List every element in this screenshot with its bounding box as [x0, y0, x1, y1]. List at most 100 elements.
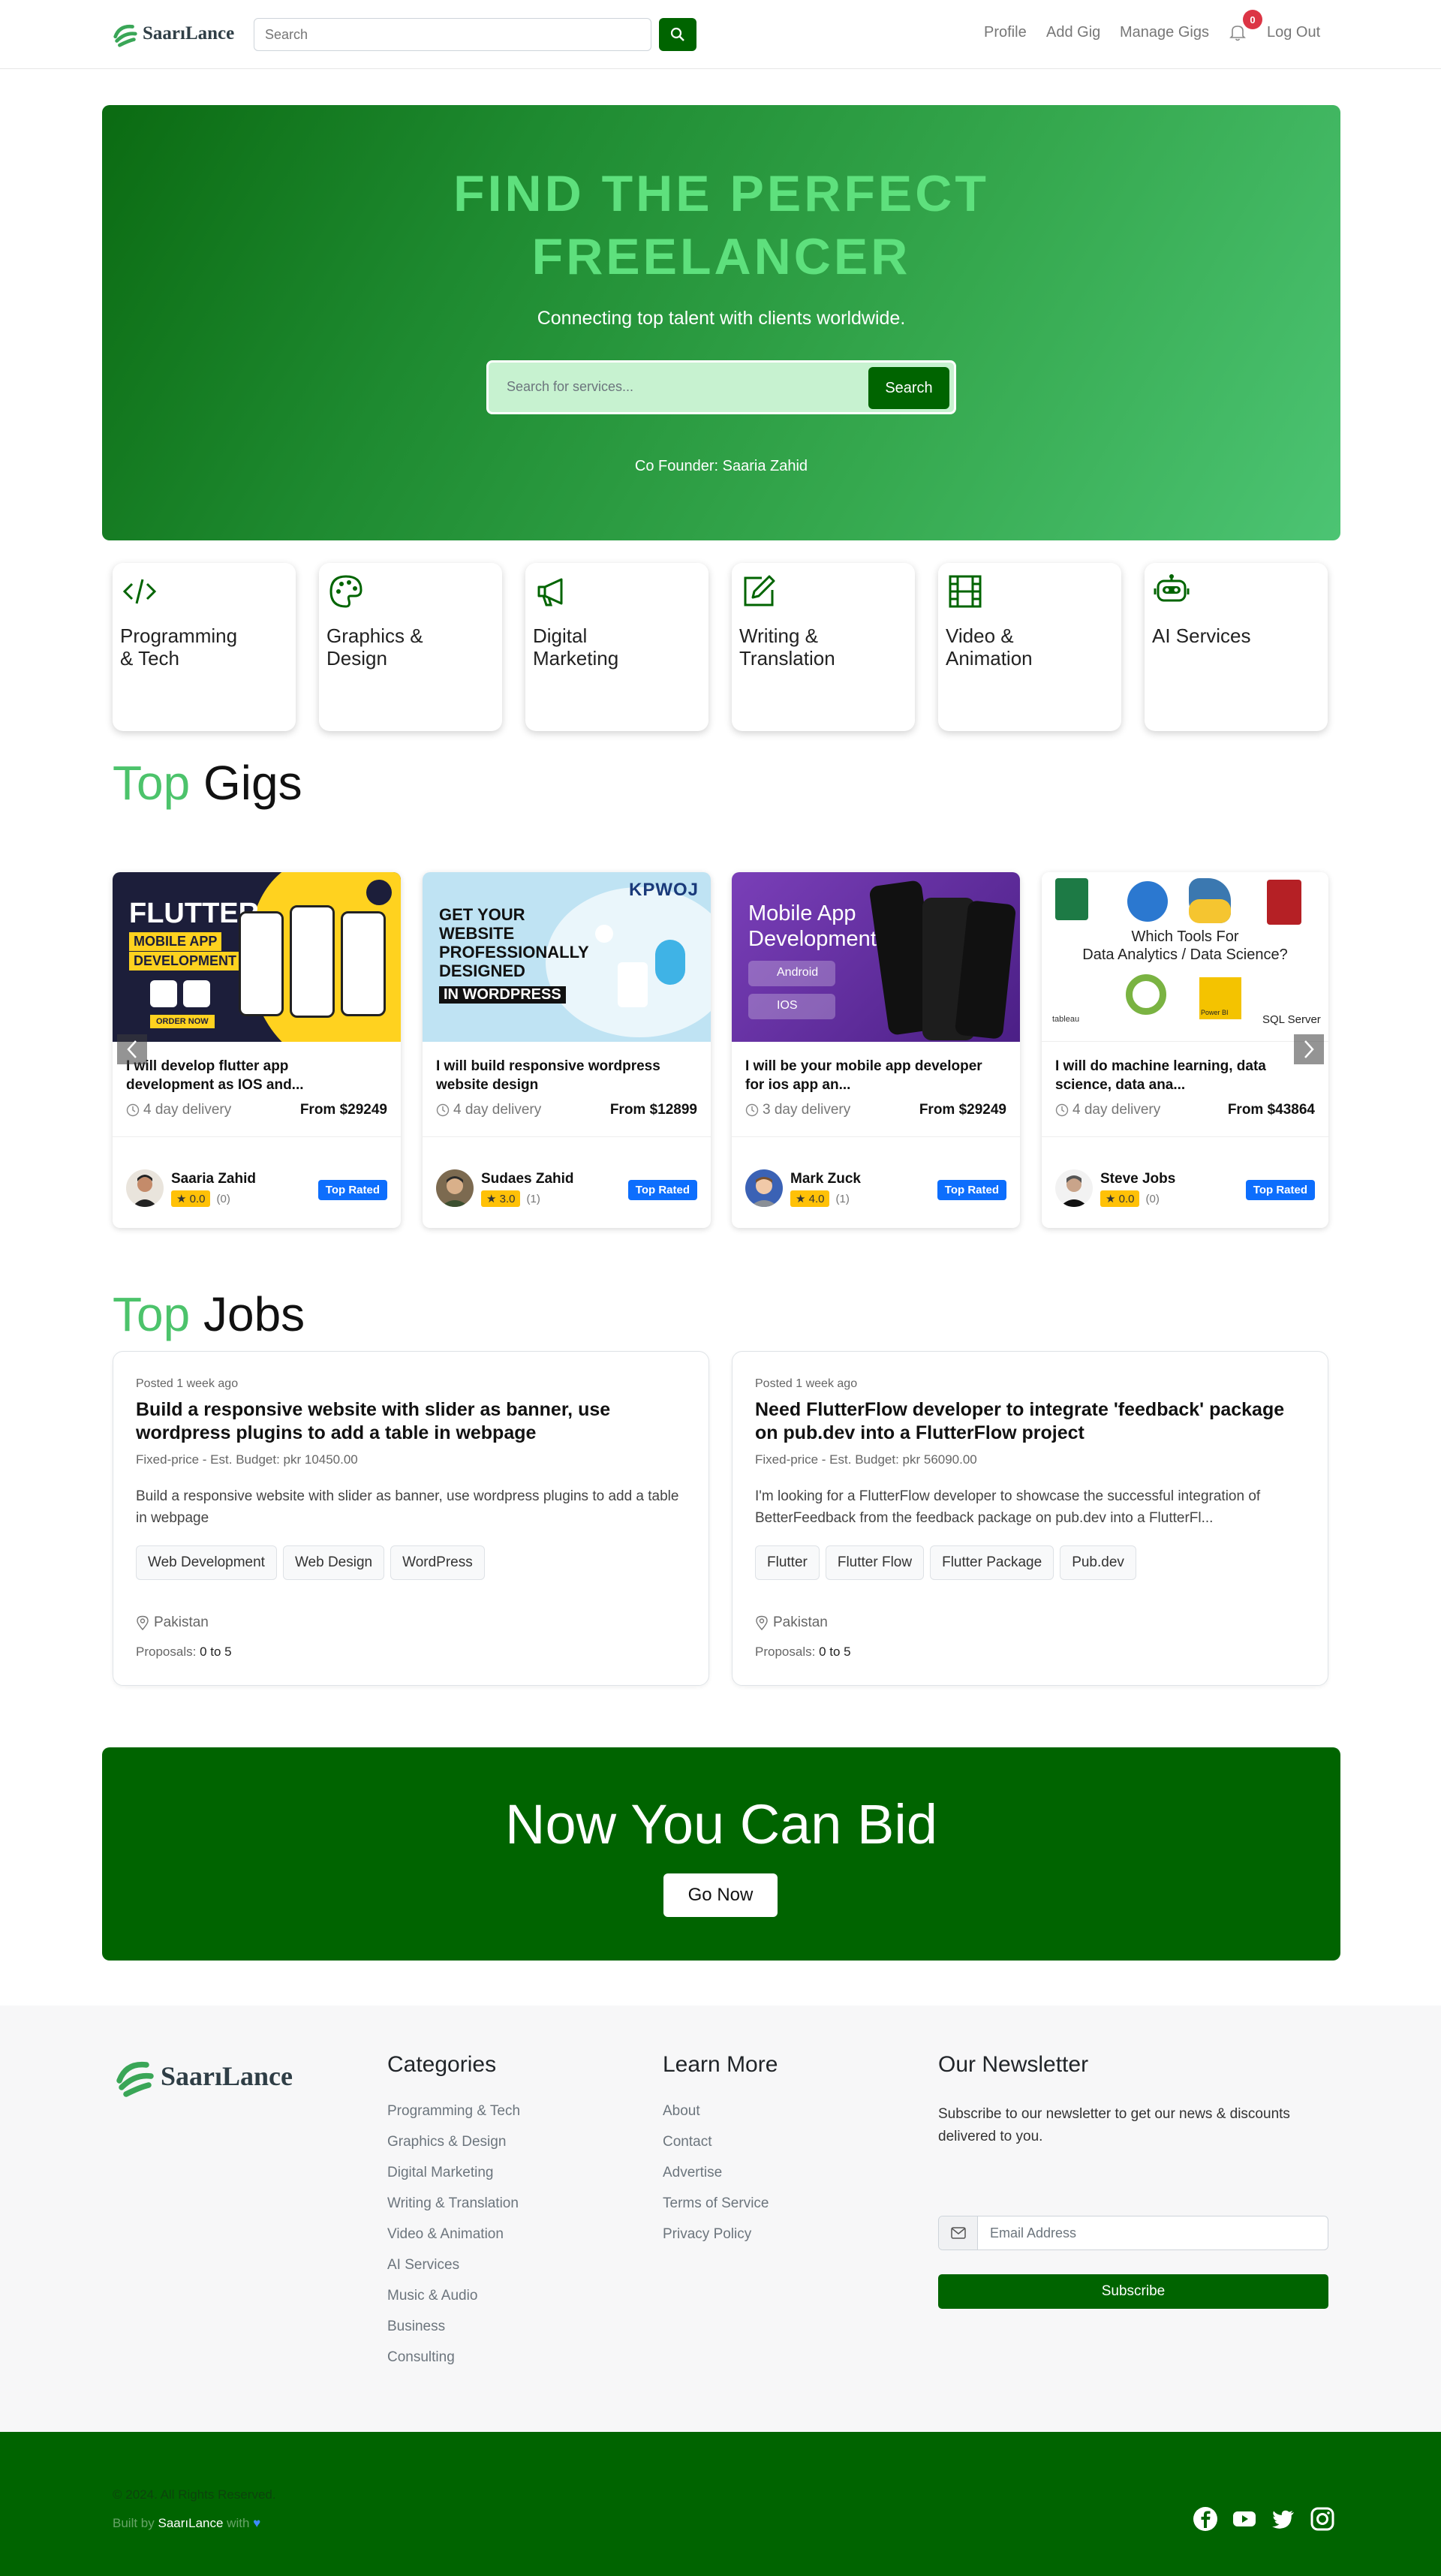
gig-delivery: 4 day delivery — [1055, 1102, 1160, 1118]
job-card[interactable]: Posted 1 week ago Build a responsive web… — [113, 1351, 709, 1686]
built-by-text: Built by SaarıLance with ♥ — [113, 2516, 261, 2530]
category-card-digital-marketing[interactable]: Digital Marketing — [525, 563, 708, 731]
job-tag[interactable]: Flutter Package — [930, 1545, 1054, 1580]
footer-link[interactable]: Business — [387, 2319, 520, 2349]
job-location: Pakistan — [136, 1615, 209, 1631]
footer-link[interactable]: Terms of Service — [663, 2195, 778, 2226]
job-title[interactable]: Need FlutterFlow developer to integrate … — [755, 1398, 1310, 1445]
seller-name[interactable]: Mark Zuck — [790, 1171, 861, 1187]
hero-search-input[interactable]: Search for services... — [507, 379, 633, 395]
job-tag[interactable]: Web Development — [136, 1545, 277, 1580]
heart-icon: ♥ — [253, 2516, 261, 2530]
instagram-icon[interactable] — [1309, 2505, 1336, 2532]
avatar — [436, 1169, 474, 1207]
gig-card[interactable]: Mobile App Development Android IOS I will… — [732, 872, 1020, 1228]
gig-image-wordpress: GET YOUR WEBSITE PROFESSIONALLY DESIGNED IN… — [423, 872, 711, 1042]
logout-link[interactable]: Log Out — [1267, 24, 1320, 41]
gig-title[interactable]: I will build responsive wordpress website… — [436, 1057, 699, 1094]
category-card-graphics[interactable]: Graphics & Design — [319, 563, 502, 731]
job-tag[interactable]: WordPress — [390, 1545, 485, 1580]
footer-link[interactable]: Programming & Tech — [387, 2103, 520, 2134]
gig-image-data-science: Which Tools For Data Analytics / Data Sci… — [1042, 872, 1328, 1042]
cofounder-text: Co Founder: Saaria Zahid — [634, 458, 808, 474]
seller-name[interactable]: Steve Jobs — [1100, 1171, 1175, 1187]
built-by-brand[interactable]: SaarıLance — [158, 2516, 223, 2530]
job-tag[interactable]: Flutter Flow — [825, 1545, 925, 1580]
footer-link[interactable]: Advertise — [663, 2165, 778, 2195]
footer-link[interactable]: Contact — [663, 2134, 778, 2165]
divider — [1042, 1136, 1328, 1137]
logo-icon — [113, 24, 137, 47]
job-title[interactable]: Build a responsive website with slider a… — [136, 1398, 691, 1445]
category-card-programming[interactable]: Programming & Tech — [113, 563, 296, 731]
divider — [423, 1136, 711, 1137]
gig-image-mobile-app: Mobile App Development Android IOS — [732, 872, 1020, 1042]
pencil-square-icon — [744, 575, 775, 606]
job-tag[interactable]: Pub.dev — [1060, 1545, 1136, 1580]
gig-delivery: 4 day delivery — [436, 1102, 541, 1118]
gig-card[interactable]: FLUTTER MOBILE APP DEVELOPMENT ORDER NOW… — [113, 872, 401, 1228]
top-rated-badge: Top Rated — [937, 1180, 1006, 1200]
clock-icon — [436, 1103, 450, 1117]
job-tags: Web Development Web Design WordPress — [136, 1545, 485, 1580]
footer-link[interactable]: Consulting — [387, 2349, 520, 2380]
newsletter-text: Subscribe to our newsletter to get our n… — [938, 2106, 1290, 2144]
hero-banner: Find The Perfect Freelancer Connecting t… — [102, 105, 1340, 540]
footer-brand-name: SaarıLance — [161, 2061, 293, 2091]
category-card-writing[interactable]: Writing & Translation — [732, 563, 915, 731]
job-description: I'm looking for a FlutterFlow developer … — [755, 1488, 1261, 1526]
gig-delivery: 3 day delivery — [745, 1102, 850, 1118]
facebook-icon[interactable] — [1192, 2505, 1219, 2532]
job-proposals: Proposals: 0 to 5 — [136, 1645, 232, 1659]
gig-title[interactable]: I will be your mobile app developer for i… — [745, 1057, 1008, 1094]
carousel-prev-button[interactable] — [117, 1034, 147, 1064]
job-tag[interactable]: Flutter — [755, 1545, 820, 1580]
nav-link-add-gig[interactable]: Add Gig — [1046, 24, 1100, 41]
footer-learn-more: Learn More About Contact Advertise Terms… — [663, 2052, 778, 2257]
chevron-left-icon — [127, 1040, 137, 1058]
footer-link[interactable]: AI Services — [387, 2257, 520, 2288]
gig-card[interactable]: GET YOUR WEBSITE PROFESSIONALLY DESIGNED IN… — [423, 872, 711, 1228]
youtube-icon[interactable] — [1231, 2505, 1258, 2532]
nav-search-button[interactable] — [659, 18, 696, 51]
newsletter-email-field[interactable]: Email Address — [938, 2216, 1328, 2250]
gig-image-flutter: FLUTTER MOBILE APP DEVELOPMENT ORDER NOW — [113, 872, 401, 1042]
brand-logo[interactable]: SaarıLance — [111, 20, 234, 48]
footer-link[interactable]: Digital Marketing — [387, 2165, 520, 2195]
palette-icon — [329, 575, 363, 608]
footer-link[interactable]: Privacy Policy — [663, 2226, 778, 2257]
seller-name[interactable]: Saaria Zahid — [171, 1171, 256, 1187]
gig-title[interactable]: I will develop flutter app development as… — [126, 1057, 389, 1094]
footer-link[interactable]: Graphics & Design — [387, 2134, 520, 2165]
seller-name[interactable]: Sudaes Zahid — [481, 1171, 574, 1187]
category-card-video[interactable]: Video & Animation — [938, 563, 1121, 731]
footer-link[interactable]: Writing & Translation — [387, 2195, 520, 2226]
chevron-right-icon — [1304, 1040, 1314, 1058]
category-card-ai[interactable]: AI Services — [1145, 563, 1328, 731]
job-posted: Posted 1 week ago — [136, 1377, 239, 1390]
job-description: Build a responsive website with slider a… — [136, 1488, 679, 1526]
subscribe-button[interactable]: Subscribe — [938, 2274, 1328, 2309]
footer-brand-logo[interactable]: SaarıLance — [113, 2054, 293, 2099]
footer-link[interactable]: About — [663, 2103, 778, 2134]
avatar — [126, 1169, 164, 1207]
twitter-icon[interactable] — [1270, 2505, 1297, 2532]
hero-search-button[interactable]: Search — [868, 367, 949, 409]
job-tag[interactable]: Web Design — [282, 1545, 385, 1580]
carousel-next-button[interactable] — [1294, 1034, 1324, 1064]
go-now-button[interactable]: Go Now — [663, 1873, 778, 1917]
job-card[interactable]: Posted 1 week ago Need FlutterFlow devel… — [732, 1351, 1328, 1686]
nav-search-input[interactable] — [254, 18, 651, 51]
category-label: Writing & Translation — [739, 624, 835, 670]
gig-price: From $29249 — [919, 1102, 1006, 1118]
gig-title[interactable]: I will do machine learning, data science,… — [1055, 1057, 1318, 1094]
clock-icon — [1055, 1103, 1069, 1117]
nav-link-manage-gigs[interactable]: Manage Gigs — [1120, 24, 1209, 41]
top-gigs-heading: Top Gigs — [113, 756, 302, 810]
footer-link[interactable]: Music & Audio — [387, 2288, 520, 2319]
footer-link[interactable]: Video & Animation — [387, 2226, 520, 2257]
hero-title-line1: Find The Perfect — [453, 165, 989, 222]
gig-card[interactable]: Which Tools For Data Analytics / Data Sci… — [1042, 872, 1328, 1228]
logo-icon — [116, 2061, 154, 2097]
nav-link-profile[interactable]: Profile — [984, 24, 1027, 41]
